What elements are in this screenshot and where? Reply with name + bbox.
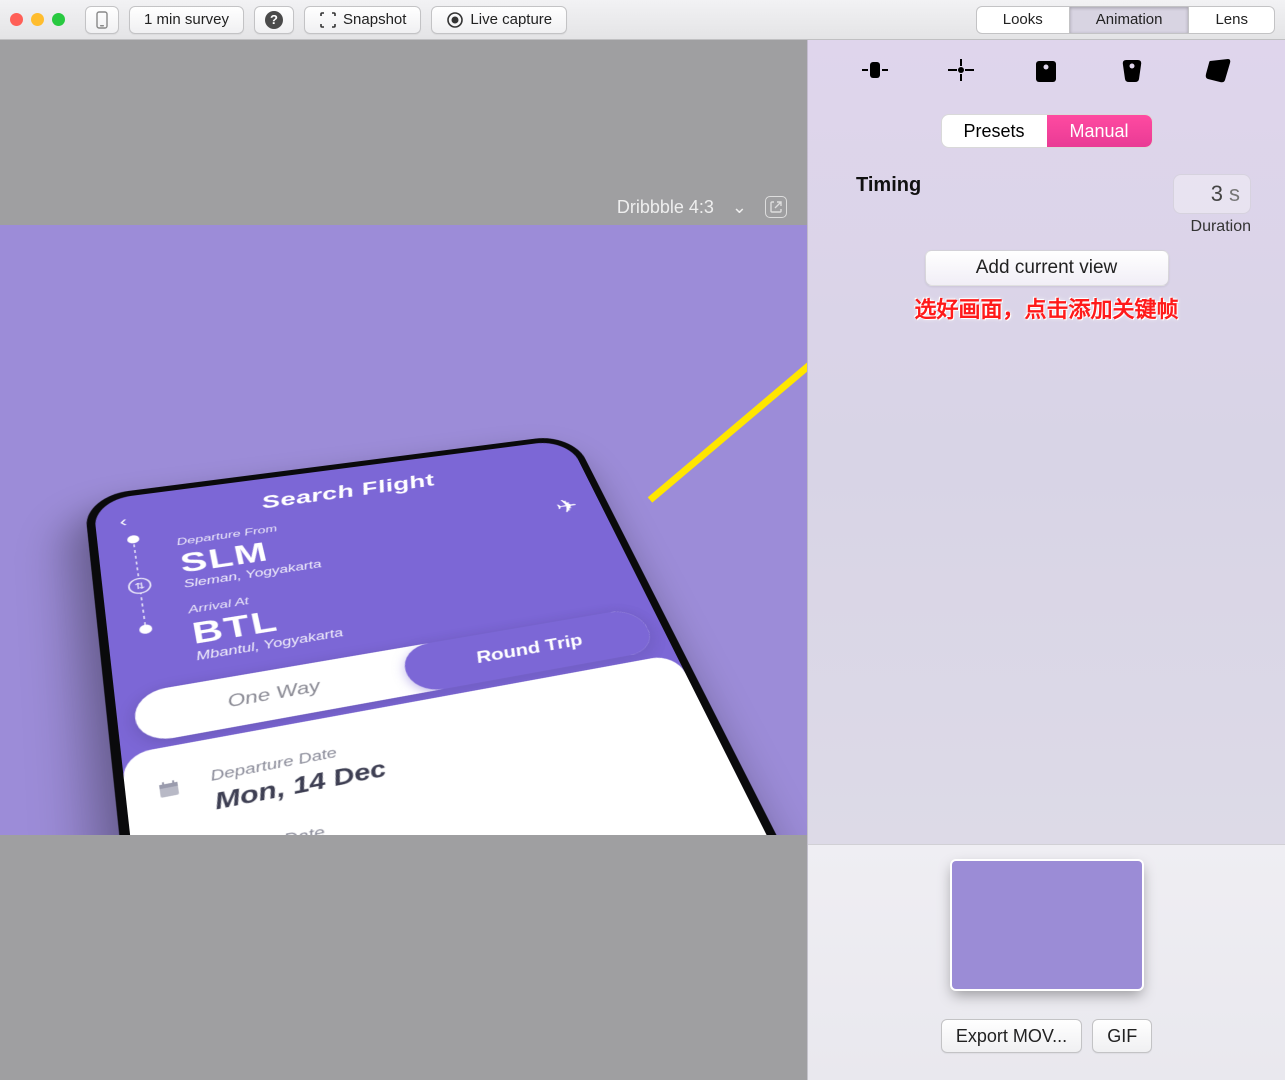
- export-gif-button[interactable]: GIF: [1092, 1019, 1152, 1053]
- arr-date-label: Arrival Date: [222, 809, 397, 835]
- canvas-preset-bar: Dribbble 4:3 ⌄: [617, 196, 807, 218]
- align-vertical-icon[interactable]: [944, 55, 978, 85]
- add-current-view-button[interactable]: Add current view: [925, 250, 1169, 286]
- swap-icon: ⇅: [127, 576, 152, 595]
- timing-label: Timing: [856, 174, 921, 197]
- keyframes-panel: Export MOV... GIF: [808, 844, 1285, 1080]
- phone-mockup-wrapper: ‹ Search Flight ⇅ ✈ Departure From SLM S…: [0, 225, 807, 835]
- panel-tabs: Looks Animation Lens: [976, 6, 1275, 34]
- duration-unit: s: [1229, 181, 1240, 207]
- perspective-angled-icon[interactable]: [1201, 55, 1235, 85]
- main-canvas-area: Dribbble 4:3 ⌄ ‹ Search Flight ⇅ ✈: [0, 40, 807, 1080]
- phone-mockup: ‹ Search Flight ⇅ ✈ Departure From SLM S…: [84, 434, 807, 835]
- snapshot-icon: [319, 11, 337, 29]
- close-window-button[interactable]: [10, 13, 23, 26]
- tab-presets[interactable]: Presets: [942, 115, 1047, 147]
- minimize-window-button[interactable]: [31, 13, 44, 26]
- alignment-row: [808, 40, 1285, 100]
- preview-canvas[interactable]: ‹ Search Flight ⇅ ✈ Departure From SLM S…: [0, 225, 807, 835]
- tab-animation[interactable]: Animation: [1070, 7, 1190, 33]
- tab-lens[interactable]: Lens: [1189, 7, 1274, 33]
- align-horizontal-icon[interactable]: [858, 55, 892, 85]
- perspective-back-icon[interactable]: [1115, 55, 1149, 85]
- animation-sidebar: Presets Manual Timing 3 s Duration Add c…: [807, 40, 1285, 1080]
- device-button[interactable]: [85, 6, 119, 34]
- live-capture-label: Live capture: [470, 11, 552, 28]
- annotation-text: 选好画面，点击添加关键帧: [808, 292, 1285, 324]
- timing-row: Timing 3 s Duration: [808, 148, 1285, 236]
- route-dot-origin: [127, 535, 140, 545]
- chevron-down-icon[interactable]: ⌄: [732, 197, 747, 218]
- top-toolbar: 1 min survey ? Snapshot Live capture Loo…: [0, 0, 1285, 40]
- record-icon: [446, 11, 464, 29]
- help-button[interactable]: ?: [254, 6, 294, 34]
- animation-mode-tabs: Presets Manual: [941, 114, 1153, 148]
- canvas-preset-label[interactable]: Dribbble 4:3: [617, 197, 714, 218]
- calendar-icon: [156, 776, 192, 806]
- maximize-window-button[interactable]: [52, 13, 65, 26]
- export-mov-button[interactable]: Export MOV...: [941, 1019, 1082, 1053]
- tab-looks[interactable]: Looks: [977, 7, 1070, 33]
- arr-date-value: Sun, 15 Dec: [226, 830, 406, 835]
- tab-manual[interactable]: Manual: [1047, 115, 1152, 147]
- live-capture-button[interactable]: Live capture: [431, 6, 567, 34]
- export-row: Export MOV... GIF: [941, 1019, 1152, 1053]
- duration-value: 3: [1211, 181, 1223, 207]
- survey-button[interactable]: 1 min survey: [129, 6, 244, 34]
- help-icon: ?: [265, 11, 283, 29]
- route-dot-dest: [139, 624, 153, 635]
- perspective-front-icon[interactable]: [1029, 55, 1063, 85]
- duration-input[interactable]: 3 s: [1173, 174, 1251, 214]
- snapshot-label: Snapshot: [343, 11, 406, 28]
- keyframe-thumbnail[interactable]: [952, 861, 1142, 989]
- duration-caption: Duration: [1173, 218, 1251, 236]
- snapshot-button[interactable]: Snapshot: [304, 6, 421, 34]
- phone-screen: ‹ Search Flight ⇅ ✈ Departure From SLM S…: [93, 439, 807, 835]
- duration-box: 3 s Duration: [1173, 174, 1251, 236]
- external-link-icon[interactable]: [765, 196, 787, 218]
- phone-icon: [96, 11, 108, 29]
- window-controls: [10, 13, 65, 26]
- keyframe-area: [808, 324, 1285, 844]
